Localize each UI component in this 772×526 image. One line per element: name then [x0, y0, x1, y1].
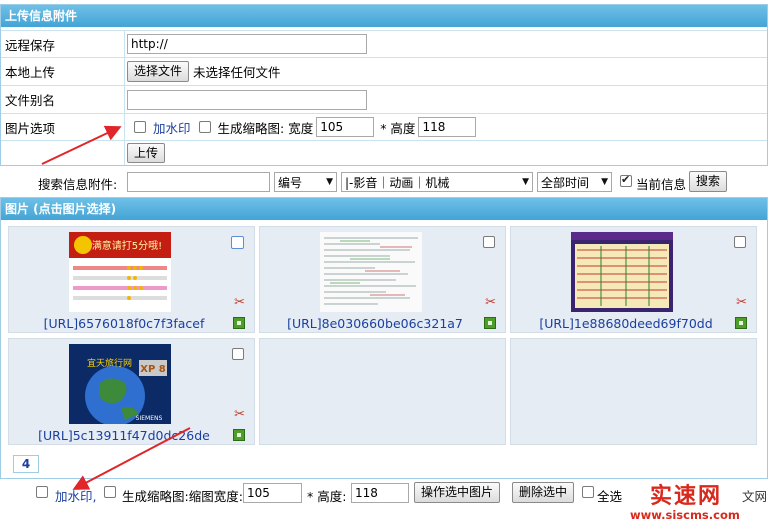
remote-save-label: 远程保存 [1, 31, 125, 57]
search-input[interactable] [127, 172, 270, 192]
select-all-checkbox[interactable] [582, 486, 594, 498]
picture-tile-3[interactable]: ✂ [URL]1e88680deed69f70dd [510, 226, 757, 333]
no-file-status: 未选择任何文件 [193, 65, 281, 80]
thumbnail-height-label: * 高度 [380, 120, 416, 136]
pictures-panel-header: 图片 (点击图片选择) [1, 198, 767, 220]
tile-checkbox[interactable] [231, 236, 244, 249]
time-select-value: 全部时间 [541, 175, 590, 190]
watermark-url-text: www.siscms.com [630, 508, 740, 522]
watermark-logo-text: 实速网 [650, 484, 723, 509]
bottom-thumbnail-label: 生成缩略图:缩图宽度: [122, 489, 243, 504]
watermark-label: 加水印 [153, 120, 191, 136]
scissors-icon[interactable]: ✂ [485, 296, 496, 309]
bottom-height-input[interactable] [351, 483, 409, 503]
tile-checkbox[interactable] [232, 348, 244, 360]
category-select[interactable]: |-影音｜动画｜机械 ▼ [341, 172, 533, 192]
scissors-icon[interactable]: ✂ [234, 296, 245, 309]
chevron-down-icon: ▼ [522, 177, 529, 187]
image-options-label: 图片选项 [1, 114, 125, 140]
bottom-watermark-label: 加水印, [55, 489, 97, 504]
tile-caption[interactable]: [URL]6576018f0c7f3facef [9, 316, 239, 331]
tile-caption[interactable]: [URL]8e030660be06c321a7 [260, 316, 490, 331]
field-select[interactable]: 编号 ▼ [274, 172, 337, 192]
watermark-checkbox[interactable] [134, 121, 146, 133]
thumbnail-checkbox[interactable] [198, 121, 211, 133]
bottom-height-label: * 高度: [307, 489, 347, 504]
tile-caption[interactable]: [URL]5c13911f47d0dc26de [9, 428, 239, 443]
thumbnail-height-input[interactable] [418, 117, 477, 137]
picture-tile-empty [259, 338, 506, 445]
file-alias-input[interactable] [127, 89, 367, 110]
chevron-down-icon: ▼ [326, 177, 333, 187]
search-label: 搜索信息附件: [38, 177, 118, 192]
select-all-label: 全选 [597, 489, 623, 504]
bottom-thumbnail-checkbox[interactable] [104, 486, 116, 498]
local-upload-label: 本地上传 [1, 58, 125, 85]
tile-checkbox[interactable] [483, 236, 495, 248]
upload-panel-header: 上传信息附件 [1, 5, 767, 27]
choose-file-button[interactable]: 选择文件 [127, 61, 190, 82]
thumb-title-text: 满意请打5分哦! [92, 239, 162, 252]
submit-row-label [1, 141, 125, 165]
bottom-watermark-checkbox[interactable] [36, 486, 48, 498]
tile-caption[interactable]: [URL]1e88680deed69f70dd [511, 316, 741, 331]
site-watermark-logo: 实速网 文网 www.siscms.com [630, 476, 772, 526]
file-alias-label: 文件别名 [1, 86, 125, 113]
delete-selected-button[interactable]: 删除选中 [512, 482, 575, 503]
chevron-down-icon: ▼ [601, 177, 608, 187]
upload-button[interactable]: 上传 [127, 143, 166, 163]
picture-tile-1[interactable]: 满意请打5分哦! ✂ [URL]6576018f0c7f3facef [8, 226, 255, 333]
current-info-label: 当前信息 [636, 177, 687, 192]
category-select-value: |-影音｜动画｜机械 [345, 175, 450, 190]
image-options-row: 图片选项 加水印 生成缩略图: 宽度 * 高度 [1, 113, 767, 140]
field-select-value: 编号 [278, 175, 303, 190]
thumb-xp-badge: XP 8 [140, 364, 166, 375]
scissors-icon[interactable]: ✂ [736, 296, 747, 309]
bottom-width-input[interactable] [243, 483, 302, 503]
upload-panel: 上传信息附件 远程保存 本地上传 选择文件 未选择任何文件 文件别名 图片选项 … [0, 4, 768, 166]
time-select[interactable]: 全部时间 ▼ [537, 172, 612, 192]
current-info-checkbox[interactable] [620, 173, 632, 187]
page-count[interactable]: 4 [13, 455, 39, 473]
scissors-icon[interactable]: ✂ [234, 408, 245, 421]
submit-row: 上传 [1, 140, 767, 165]
thumb-brand-title: 宜天旅行网 [87, 357, 132, 369]
thumbnail-width-input[interactable] [316, 117, 375, 137]
thumb-siemens-text: SIEMENS [136, 415, 163, 422]
remote-url-input[interactable] [127, 34, 367, 54]
apply-selected-button[interactable]: 操作选中图片 [414, 482, 501, 503]
thumbnail-image[interactable] [320, 232, 422, 312]
thumbnail-image[interactable] [571, 232, 673, 312]
remote-save-row: 远程保存 [1, 30, 767, 57]
tile-checkbox[interactable] [734, 236, 746, 248]
picture-tile-4[interactable]: 宜天旅行网 XP 8 SIEMENS ✂ [URL]5c13911f47d0dc… [8, 338, 255, 445]
thumbnail-image[interactable]: 满意请打5分哦! [69, 232, 171, 312]
picture-tile-2[interactable]: ✂ [URL]8e030660be06c321a7 [259, 226, 506, 333]
search-button[interactable]: 搜索 [689, 171, 728, 192]
local-upload-row: 本地上传 选择文件 未选择任何文件 [1, 57, 767, 85]
search-bar: 搜索信息附件: 编号 ▼ |-影音｜动画｜机械 ▼ 全部时间 ▼ 当前信息 搜索 [0, 170, 768, 194]
picture-tile-empty [510, 338, 757, 445]
thumbnail-image[interactable]: 宜天旅行网 XP 8 SIEMENS [69, 344, 171, 424]
file-alias-row: 文件别名 [1, 85, 767, 113]
watermark-side-text: 文网 [742, 489, 768, 504]
thumbnail-width-label: 生成缩略图: 宽度 [217, 120, 314, 136]
